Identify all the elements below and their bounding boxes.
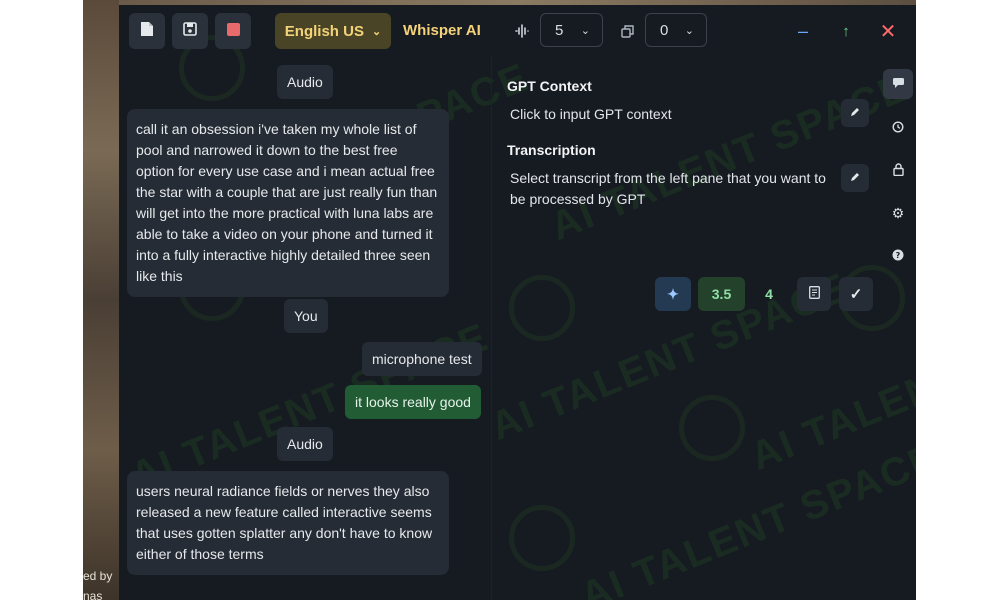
ai-enhance-button[interactable]: ✦ [655,277,691,311]
engine-label[interactable]: Whisper AI [403,13,481,49]
language-select[interactable]: English US ⌄ [275,13,391,49]
user-message-selected[interactable]: it looks really good [345,385,481,419]
toolbar: English US ⌄ Whisper AI 5 ⌄ 0 ⌄ – ↑ ✕ [119,5,916,57]
waveform-icon [514,13,530,49]
lock-icon [892,163,904,179]
gpt-context-title: GPT Context [507,78,592,94]
chevron-down-icon: ⌄ [580,24,590,37]
check-icon: ✓ [849,286,863,303]
new-file-button[interactable] [129,13,165,49]
chevron-down-icon: ⌄ [684,24,694,37]
arrow-up-icon: ↑ [842,22,850,40]
audio-level-value: 5 [555,21,564,39]
help-icon: ? [892,249,904,264]
history-icon [892,120,904,136]
pencil-icon [849,171,861,186]
pencil-icon [849,106,861,121]
save-button[interactable] [172,13,208,49]
transcription-title: Transcription [507,142,596,158]
audio-message[interactable]: call it an obsession i've taken my whole… [127,109,449,297]
edit-context-button[interactable] [841,99,869,127]
minimize-button[interactable]: – [788,13,818,49]
svg-text:?: ? [896,251,901,260]
gpt-context-input[interactable]: Click to input GPT context [510,104,672,125]
speaker-label: Audio [277,65,333,99]
user-message[interactable]: microphone test [362,342,482,376]
model-4-button[interactable]: 4 [752,277,786,311]
model-3-5-label: 3.5 [711,286,732,302]
gear-icon: ⚙ [891,204,905,221]
copy-count-value: 0 [660,21,669,39]
audio-level-select[interactable]: 5 ⌄ [540,13,603,47]
help-rail-button[interactable]: ? [883,241,913,271]
background-caption: ed by nas [83,566,119,606]
edit-transcription-button[interactable] [841,164,869,192]
side-rail: ⚙ ? [879,57,916,600]
transcription-text: Select transcript from the left pane tha… [510,170,826,207]
history-rail-button[interactable] [883,113,913,143]
speaker-label: Audio [277,427,333,461]
move-up-button[interactable]: ↑ [831,13,861,49]
document-icon [808,286,820,302]
gpt-pane: GPT Context Click to input GPT context T… [492,57,873,600]
lock-rail-button[interactable] [883,156,913,186]
background-photo-strip [83,0,119,600]
stop-recording-button[interactable] [215,13,251,49]
stop-icon [226,22,240,40]
audio-message[interactable]: users neural radiance fields or nerves t… [127,471,449,575]
settings-rail-button[interactable]: ⚙ [883,198,913,228]
transcription-app-window: AI TALENT SPACE AI TALENT SPACE AI TALEN… [119,5,916,600]
background-caption-line: ed by [83,569,113,583]
close-icon: ✕ [879,20,897,43]
chat-rail-button[interactable] [883,69,913,99]
language-label: English US [284,22,364,40]
model-3-5-button[interactable]: 3.5 [698,277,745,311]
speaker-label: You [284,299,328,333]
model-4-label: 4 [765,286,773,302]
document-button[interactable] [797,277,831,311]
conversation-pane[interactable]: Audio call it an obsession i've taken my… [119,57,491,600]
copy-icon [619,13,635,49]
save-icon [183,22,197,40]
confirm-button[interactable]: ✓ [839,277,873,311]
minimize-icon: – [797,20,808,41]
sparkle-icon: ✦ [667,285,679,302]
chat-icon [892,77,905,92]
chevron-down-icon: ⌄ [371,25,382,38]
close-button[interactable]: ✕ [873,13,903,49]
file-icon [140,21,154,41]
copy-count-select[interactable]: 0 ⌄ [645,13,707,47]
background-caption-line: nas [83,589,103,603]
